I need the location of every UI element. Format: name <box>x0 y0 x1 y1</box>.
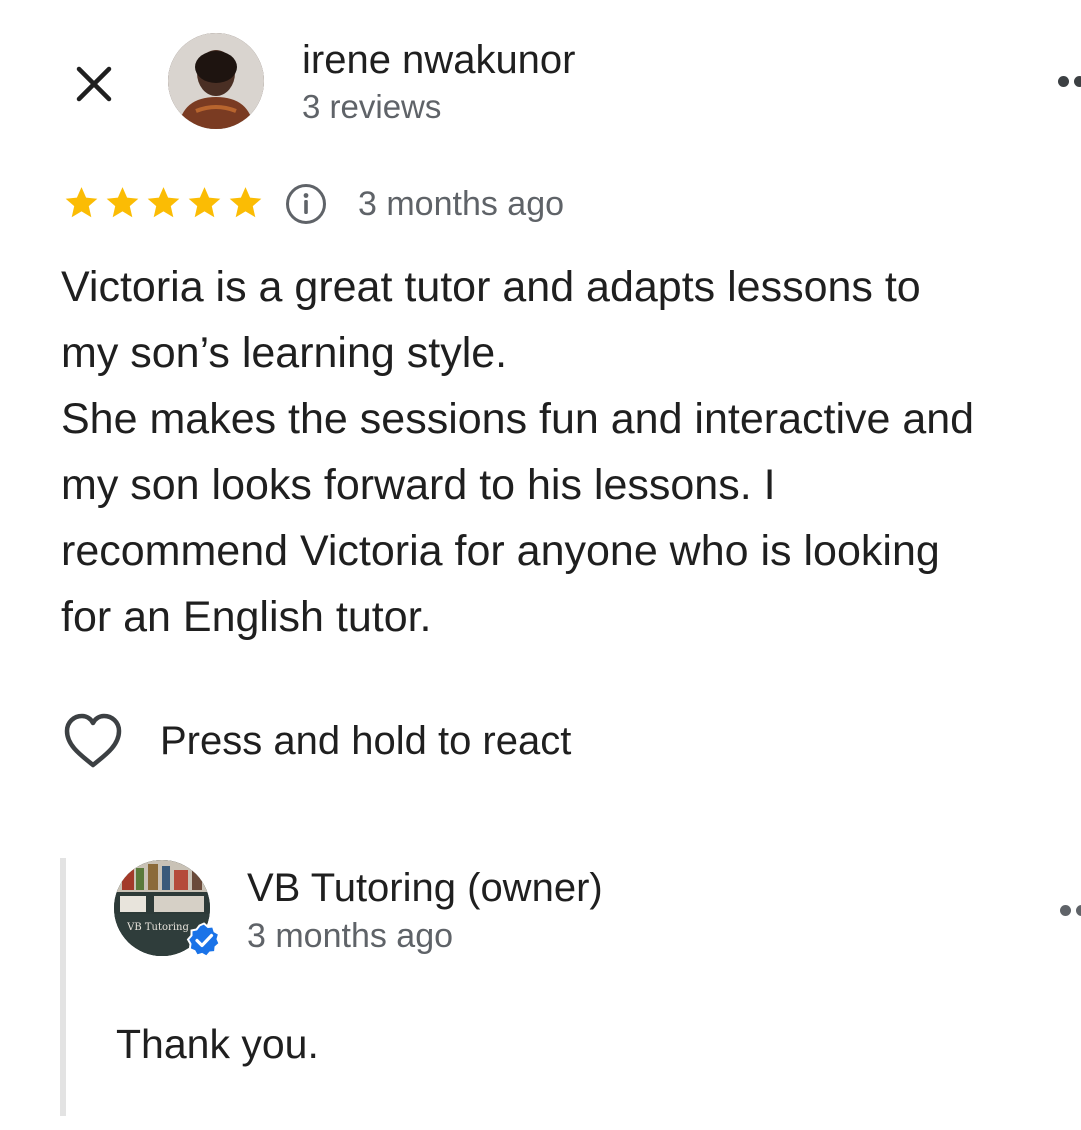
star-icon <box>62 182 101 224</box>
owner-name[interactable]: VB Tutoring (owner) <box>247 864 603 912</box>
info-icon <box>286 184 326 224</box>
react-label: Press and hold to react <box>160 719 572 763</box>
review-date: 3 months ago <box>358 185 565 223</box>
star-icon <box>103 182 142 224</box>
reviewer-name[interactable]: irene nwakunor <box>302 36 576 84</box>
star-icon <box>185 182 224 224</box>
close-button[interactable] <box>66 56 122 112</box>
review-text: Victoria is a great tutor and adapts les… <box>61 263 975 641</box>
more-options-icon <box>1060 905 1071 916</box>
verified-badge-icon <box>186 922 221 958</box>
owner-reply-text: Thank you. <box>116 1021 319 1067</box>
verified-badge <box>186 922 222 958</box>
reviewer-photo <box>168 33 264 129</box>
more-options-icon-dot <box>1076 905 1081 916</box>
star-icon <box>226 182 265 224</box>
owner-reply-date: 3 months ago <box>247 917 454 955</box>
heart-outline-icon <box>64 713 122 768</box>
react-button[interactable]: Press and hold to react <box>62 708 571 774</box>
reply-indent-bar <box>60 858 66 1116</box>
reviewer-review-count: 3 reviews <box>302 88 442 125</box>
owner-more-options-button[interactable] <box>1056 900 1081 924</box>
owner-logo-text: VB Tutoring <box>126 922 189 933</box>
star-icon <box>144 182 183 224</box>
more-options-button[interactable] <box>1052 66 1081 96</box>
more-options-icon-dot <box>1074 76 1081 87</box>
star-rating <box>62 182 265 226</box>
info-button[interactable] <box>284 182 328 226</box>
more-options-icon <box>1058 76 1069 87</box>
close-icon <box>76 66 112 102</box>
reviewer-avatar[interactable] <box>168 33 264 129</box>
